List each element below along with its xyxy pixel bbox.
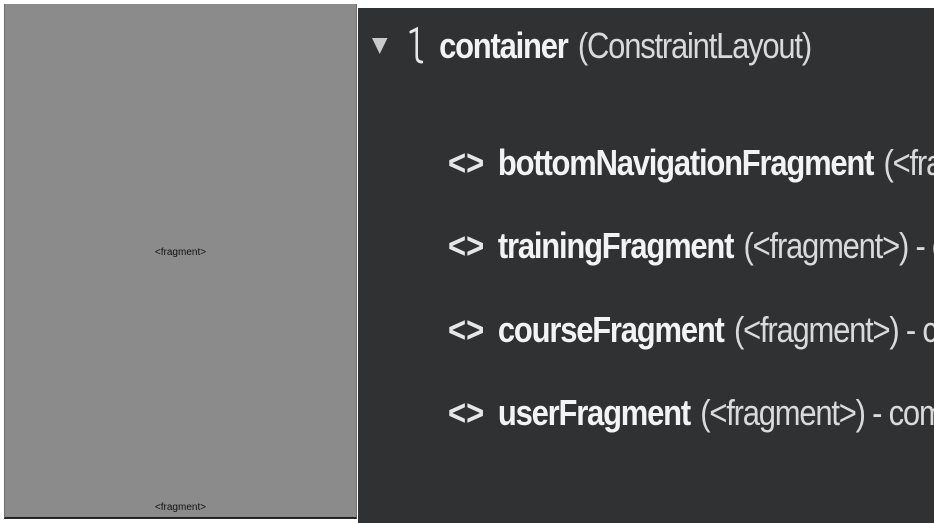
tree-item-type: (<fragme — [883, 142, 934, 183]
bottom-fragment-preview-label: <fragment> — [154, 502, 207, 513]
tree-item-user-fragment[interactable]: <> userFragment (<fragment>) - com.exa — [448, 383, 934, 443]
expand-arrow-icon[interactable] — [372, 38, 388, 54]
preview-divider — [5, 517, 356, 518]
tree-item-name: courseFragment — [497, 309, 725, 350]
tree-item-name: trainingFragment — [497, 225, 735, 266]
tree-item-name: bottomNavigationFragment — [497, 142, 875, 183]
fragment-tag-icon: <> — [448, 225, 485, 266]
layout-preview[interactable]: <fragment> <fragment> — [4, 4, 357, 519]
tree-item-type: (<fragment>) - com.e — [733, 309, 934, 350]
tree-item-bottom-navigation-fragment[interactable]: <> bottomNavigationFragment (<fragme — [448, 133, 934, 193]
tree-item-type: (<fragment>) - com.exa — [700, 392, 934, 433]
tree-item-name: container — [439, 25, 569, 66]
constraint-layout-icon — [409, 26, 424, 64]
tree-item-name: userFragment — [497, 392, 691, 433]
tree-item-type: (<fragment>) - com. — [743, 225, 934, 266]
tree-item-training-fragment[interactable]: <> trainingFragment (<fragment>) - com. — [448, 216, 934, 276]
fragment-tag-icon: <> — [448, 142, 485, 183]
tree-item-type: (ConstraintLayout) — [577, 25, 812, 66]
fragment-preview-label: <fragment> — [154, 247, 207, 258]
tree-item-container[interactable]: container (ConstraintLayout) — [372, 16, 812, 76]
fragment-tag-icon: <> — [448, 392, 485, 433]
fragment-tag-icon: <> — [448, 309, 485, 350]
tree-item-course-fragment[interactable]: <> courseFragment (<fragment>) - com.e — [448, 300, 934, 360]
component-tree: container (ConstraintLayout) <> bottomNa… — [358, 8, 934, 523]
